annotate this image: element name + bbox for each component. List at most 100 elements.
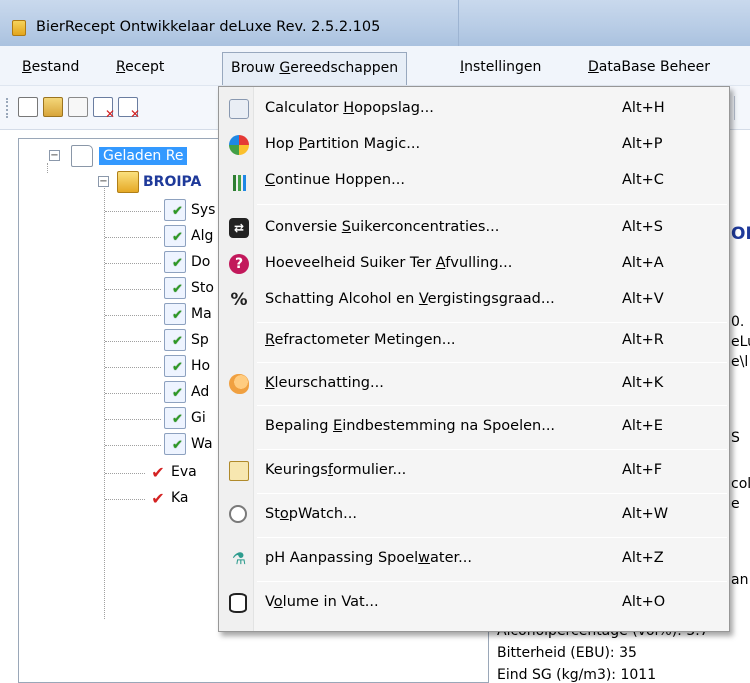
menu-item-label: Refractometer Metingen... — [265, 332, 456, 348]
tree-child-label: Sp — [191, 332, 209, 348]
flask-icon: ⚗ — [231, 549, 247, 568]
menu-item-label: Kleurschatting... — [265, 375, 384, 391]
red-checkmark-icon: ✔ — [151, 489, 165, 508]
tree-node-child[interactable]: ✔ Eva — [19, 461, 239, 485]
tree-node-child[interactable]: Gi — [19, 407, 239, 431]
tree-line — [105, 419, 161, 420]
menu-item-kleurschatting[interactable]: Kleurschatting... Alt+K — [221, 366, 727, 402]
menu-accel: D — [588, 59, 599, 75]
label-post: uikerconcentraties... — [350, 219, 500, 235]
form-icon — [229, 461, 249, 481]
label-post: pWatch... — [288, 506, 357, 522]
menu-instellingen[interactable]: Instellingen — [460, 59, 541, 75]
menu-item-keuringsformulier[interactable]: Keuringsformulier... Alt+F — [221, 453, 727, 489]
tree-node-child[interactable]: Sp — [19, 329, 239, 353]
menu-item-shortcut: Alt+S — [622, 219, 663, 235]
collapse-icon[interactable]: − — [49, 150, 60, 161]
menu-item-shortcut: Alt+E — [622, 418, 663, 434]
delete-item-icon[interactable] — [118, 97, 140, 121]
pie-chart-icon — [229, 135, 249, 155]
checked-document-icon — [164, 433, 186, 455]
menu-bar: Bestand Recept Brouw Gereedschappen Inst… — [0, 46, 750, 86]
tree-line — [105, 473, 145, 474]
checked-document-icon — [164, 251, 186, 273]
tree-child-label: Sto — [191, 280, 214, 296]
label-accel: C — [265, 172, 276, 188]
label-pre: St — [265, 506, 280, 522]
menu-item-conversie-suikerconcentraties[interactable]: ⇄ Conversie Suikerconcentraties... Alt+S — [221, 210, 727, 246]
menu-item-ph-aanpassing[interactable]: ⚗ pH Aanpassing Spoelwater... Alt+Z — [221, 541, 727, 577]
tree-child-label: Ma — [191, 306, 212, 322]
label-accel: A — [435, 255, 446, 271]
menu-item-shortcut: Alt+P — [622, 136, 663, 152]
menu-item-refractometer-metingen[interactable]: Refractometer Metingen... Alt+R — [221, 323, 727, 359]
label-post: lume in Vat... — [282, 594, 379, 610]
menu-item-label: Calculator Hopopslag... — [265, 100, 434, 116]
checked-document-icon — [164, 381, 186, 403]
title-bar: BierRecept Ontwikkelaar deLuxe Rev. 2.5.… — [0, 0, 750, 46]
tree-child-label: Ad — [191, 384, 210, 400]
menu-label-post: estand — [31, 59, 80, 75]
menu-item-label: pH Aanpassing Spoelwater... — [265, 550, 472, 566]
palette-icon — [229, 374, 249, 394]
tree-child-label: Do — [191, 254, 211, 270]
copy-icon[interactable] — [68, 97, 88, 117]
delete-recipe-icon[interactable] — [93, 97, 115, 121]
window-title: BierRecept Ontwikkelaar deLuxe Rev. 2.5.… — [36, 19, 381, 35]
menu-accel: G — [279, 60, 291, 76]
new-file-icon[interactable] — [18, 97, 38, 117]
open-folder-icon[interactable] — [43, 97, 63, 117]
checked-document-icon — [164, 355, 186, 377]
tree-node-child[interactable]: Ad — [19, 381, 239, 405]
tree-node-child[interactable]: Alg — [19, 225, 239, 249]
folder-icon — [71, 145, 93, 167]
tree-node-child[interactable]: Sto — [19, 277, 239, 301]
menu-item-shortcut: Alt+H — [622, 100, 665, 116]
label-post: fvulling... — [445, 255, 513, 271]
menu-item-volume-in-vat[interactable]: Volume in Vat... Alt+O — [221, 585, 727, 621]
tree-line — [105, 499, 145, 500]
label-accel: E — [333, 418, 343, 434]
menu-item-hoeveelheid-suiker[interactable]: ? Hoeveelheid Suiker Ter Afvulling... Al… — [221, 246, 727, 282]
tree-node-child[interactable]: Sys — [19, 199, 239, 223]
checked-document-icon — [164, 199, 186, 221]
menu-label-pre: Brouw — [231, 60, 280, 76]
tree-child-label: Ka — [171, 490, 189, 506]
menu-bestand[interactable]: Bestand — [22, 59, 79, 75]
toolbar-grip[interactable] — [6, 98, 9, 118]
collapse-icon[interactable]: − — [98, 176, 109, 187]
menu-label-post: nstellingen — [464, 59, 542, 75]
label-post: indbestemming na Spoelen... — [342, 418, 556, 434]
menu-item-shortcut: Alt+O — [622, 594, 666, 610]
menu-item-schatting-alcohol[interactable]: % Schatting Alcohol en Vergistingsgraad.… — [221, 282, 727, 318]
tree-node-child[interactable]: Do — [19, 251, 239, 275]
menu-item-bepaling-eindbestemming[interactable]: Bepaling Eindbestemming na Spoelen... Al… — [221, 409, 727, 445]
label-accel: P — [298, 136, 307, 152]
tree-recipe-label: BROIPA — [143, 174, 202, 190]
menu-item-hop-partition-magic[interactable]: Hop Partition Magic... Alt+P — [221, 127, 727, 163]
menu-brouw-gereedschappen[interactable]: Brouw Gereedschappen — [222, 52, 408, 85]
detail-text: col — [731, 476, 750, 492]
label-pre: Schatting Alcohol en — [265, 291, 419, 307]
menu-item-calculator-hopopslag[interactable]: Calculator Hopopslag... Alt+H — [221, 91, 727, 127]
menu-item-continue-hoppen[interactable]: Continue Hoppen... Alt+C — [221, 163, 727, 199]
tree-node-child[interactable]: Ma — [19, 303, 239, 327]
label-post: ormulier... — [332, 462, 407, 478]
tree-line — [105, 341, 161, 342]
checked-document-icon — [164, 277, 186, 299]
menu-item-label: Hoeveelheid Suiker Ter Afvulling... — [265, 255, 512, 271]
menu-item-label: StopWatch... — [265, 506, 357, 522]
menu-recept[interactable]: Recept — [116, 59, 164, 75]
menu-separator — [257, 362, 727, 363]
tree-node-child[interactable]: ✔ Ka — [19, 487, 239, 511]
tree-line — [105, 445, 161, 446]
menu-item-stopwatch[interactable]: StopWatch... Alt+W — [221, 497, 727, 533]
label-post: ergistingsgraad... — [427, 291, 555, 307]
menu-database-beheer[interactable]: DataBase Beheer — [588, 59, 710, 75]
tree-node-child[interactable]: Wa — [19, 433, 239, 457]
tree-node-child[interactable]: Ho — [19, 355, 239, 379]
menu-item-label: Bepaling Eindbestemming na Spoelen... — [265, 418, 555, 434]
label-accel: H — [343, 100, 355, 116]
label-accel: o — [279, 506, 289, 522]
bar-chart-icon — [229, 175, 249, 191]
